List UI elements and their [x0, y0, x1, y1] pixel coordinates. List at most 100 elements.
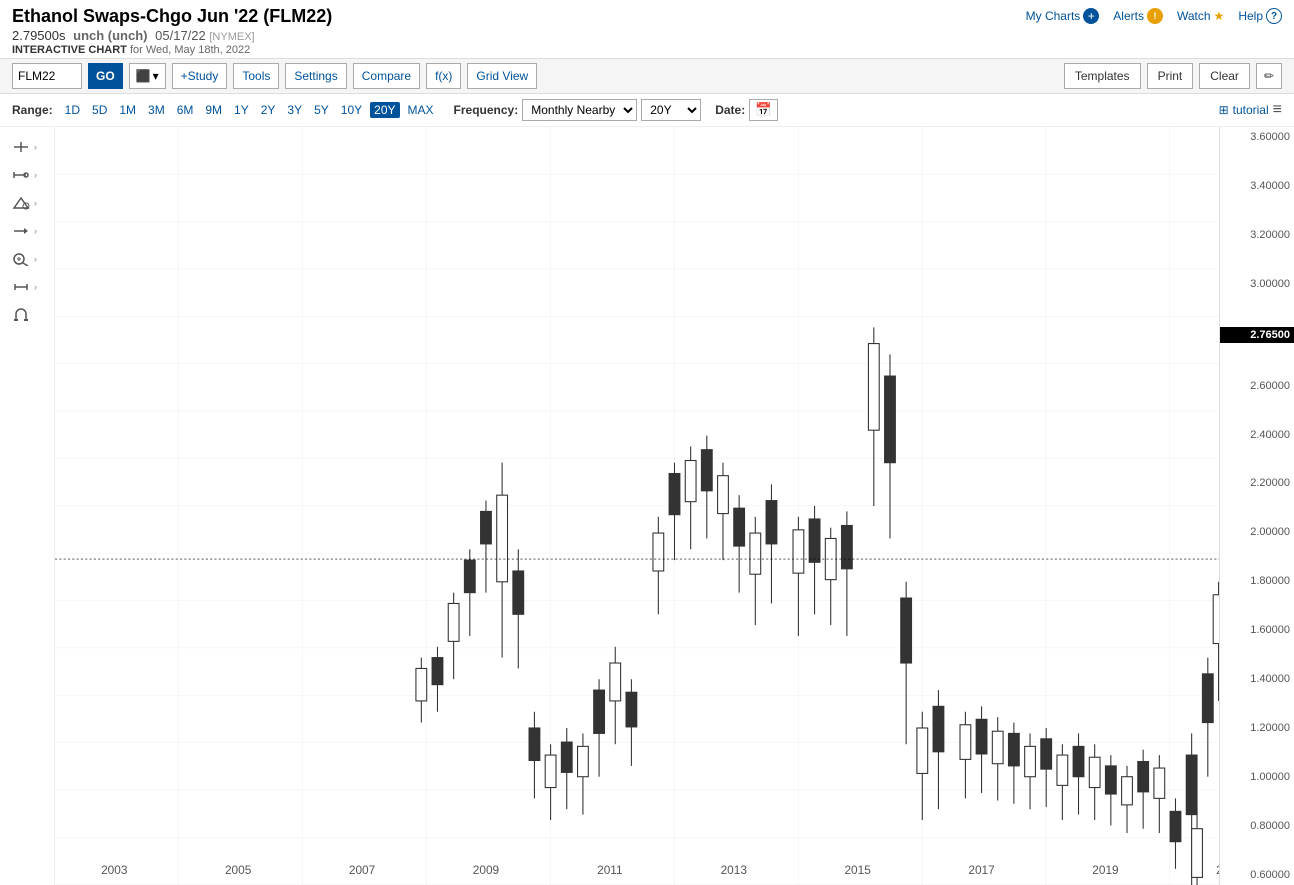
tutorial-icon: ⊞: [1219, 103, 1229, 117]
my-charts-link[interactable]: My Charts +: [1026, 8, 1100, 24]
change-display: unch (unch): [73, 28, 147, 43]
shape-expand: ›: [34, 198, 37, 208]
arrow-icon: [10, 223, 32, 239]
arrow-expand: ›: [34, 226, 37, 236]
range-9m[interactable]: 9M: [201, 102, 226, 118]
y-label-080: 0.80000: [1220, 820, 1294, 832]
star-icon: ★: [1214, 9, 1225, 23]
fx-button[interactable]: f(x): [426, 63, 461, 89]
annotation-tool[interactable]: ›: [8, 165, 39, 185]
shape-icon: [10, 195, 32, 211]
zoom-expand: ›: [34, 254, 37, 264]
magnet-tool[interactable]: [8, 305, 34, 325]
price-display: 2.79500s: [12, 28, 66, 43]
zoom-tool[interactable]: ›: [8, 249, 39, 269]
watch-link[interactable]: Watch ★: [1177, 9, 1224, 23]
svg-text:2019: 2019: [1092, 863, 1119, 877]
alerts-link[interactable]: Alerts !: [1113, 8, 1163, 24]
hamburger-icon[interactable]: ≡: [1273, 101, 1282, 119]
crosshair-tool[interactable]: ›: [8, 137, 39, 157]
frequency-select[interactable]: Monthly Nearby Daily Weekly Monthly: [522, 99, 637, 121]
chart-date-label: for Wed, May 18th, 2022: [130, 44, 250, 56]
y-label-220: 2.20000: [1220, 477, 1294, 489]
measure-icon: [10, 279, 32, 295]
tutorial-link[interactable]: ⊞ tutorial ≡: [1219, 101, 1282, 119]
range-20y[interactable]: 20Y: [370, 102, 399, 118]
y-label-260: 2.60000: [1220, 380, 1294, 392]
y-label-320: 3.20000: [1220, 229, 1294, 241]
alert-badge: !: [1147, 8, 1163, 24]
settings-button[interactable]: Settings: [285, 63, 346, 89]
range-3m[interactable]: 3M: [144, 102, 169, 118]
svg-text:2005: 2005: [225, 863, 252, 877]
y-label-180: 1.80000: [1220, 575, 1294, 587]
svg-text:2017: 2017: [968, 863, 994, 877]
svg-text:2003: 2003: [101, 863, 128, 877]
templates-button[interactable]: Templates: [1064, 63, 1141, 89]
edit-button[interactable]: ✏: [1256, 63, 1282, 89]
alerts-label: Alerts: [1113, 9, 1144, 23]
range-1d[interactable]: 1D: [61, 102, 84, 118]
symbol-input[interactable]: [12, 63, 82, 89]
calendar-icon: 📅: [755, 102, 772, 117]
crosshair-expand: ›: [34, 142, 37, 152]
calendar-button[interactable]: 📅: [749, 99, 778, 121]
svg-text:2007: 2007: [349, 863, 375, 877]
compare-button[interactable]: Compare: [353, 63, 420, 89]
chart-type-label: INTERACTIVE CHART: [12, 44, 127, 56]
y-label-100: 1.00000: [1220, 771, 1294, 783]
svg-text:2013: 2013: [721, 863, 748, 877]
bar-type-arrow: ▾: [153, 69, 159, 83]
y-label-360: 3.60000: [1220, 131, 1294, 143]
crosshair-icon: [10, 139, 32, 155]
range-3y[interactable]: 3Y: [283, 102, 306, 118]
range-5y[interactable]: 5Y: [310, 102, 333, 118]
help-link[interactable]: Help ?: [1238, 8, 1282, 24]
range-label: Range:: [12, 103, 53, 117]
grid-view-button[interactable]: Grid View: [467, 63, 537, 89]
date-label: Date:: [715, 103, 745, 117]
tools-button[interactable]: Tools: [233, 63, 279, 89]
bar-type-icon: ⬛: [136, 69, 151, 83]
range-5d[interactable]: 5D: [88, 102, 111, 118]
y-label-300: 3.00000: [1220, 278, 1294, 290]
zoom-icon: [10, 251, 32, 267]
my-charts-label: My Charts: [1026, 9, 1081, 23]
clear-button[interactable]: Clear: [1199, 63, 1250, 89]
annotation-icon: [10, 167, 32, 183]
help-label: Help: [1238, 9, 1263, 23]
y-label-340: 3.40000: [1220, 180, 1294, 192]
svg-text:2011: 2011: [597, 863, 623, 877]
shape-tool[interactable]: ›: [8, 193, 39, 213]
y-label-160: 1.60000: [1220, 624, 1294, 636]
range-1m[interactable]: 1M: [115, 102, 140, 118]
frequency-label: Frequency:: [454, 103, 519, 117]
svg-text:2015: 2015: [844, 863, 871, 877]
measure-tool[interactable]: ›: [8, 277, 39, 297]
arrow-tool[interactable]: ›: [8, 221, 39, 241]
y-label-120: 1.20000: [1220, 722, 1294, 734]
tutorial-label: tutorial: [1233, 103, 1269, 117]
help-icon: ?: [1266, 8, 1282, 24]
go-button[interactable]: GO: [88, 63, 123, 89]
y-label-200: 2.00000: [1220, 526, 1294, 538]
measure-expand: ›: [34, 282, 37, 292]
range-2y[interactable]: 2Y: [257, 102, 280, 118]
annotation-expand: ›: [34, 170, 37, 180]
y-label-060: 0.60000: [1220, 869, 1294, 881]
exchange-label: [NYMEX]: [209, 31, 254, 43]
range-max[interactable]: MAX: [404, 102, 438, 118]
bar-type-button[interactable]: ⬛ ▾: [129, 63, 166, 89]
range-1y[interactable]: 1Y: [230, 102, 253, 118]
study-button[interactable]: +Study: [172, 63, 228, 89]
svg-text:2009: 2009: [473, 863, 500, 877]
period-select[interactable]: 20Y 5Y 10Y: [641, 99, 701, 121]
plus-icon: +: [1083, 8, 1099, 24]
range-6m[interactable]: 6M: [173, 102, 198, 118]
price-date: 05/17/22: [155, 28, 206, 43]
print-button[interactable]: Print: [1147, 63, 1194, 89]
y-label-140: 1.40000: [1220, 673, 1294, 685]
range-10y[interactable]: 10Y: [337, 102, 366, 118]
y-label-current: 2.76500: [1220, 327, 1294, 343]
watch-label: Watch: [1177, 9, 1211, 23]
